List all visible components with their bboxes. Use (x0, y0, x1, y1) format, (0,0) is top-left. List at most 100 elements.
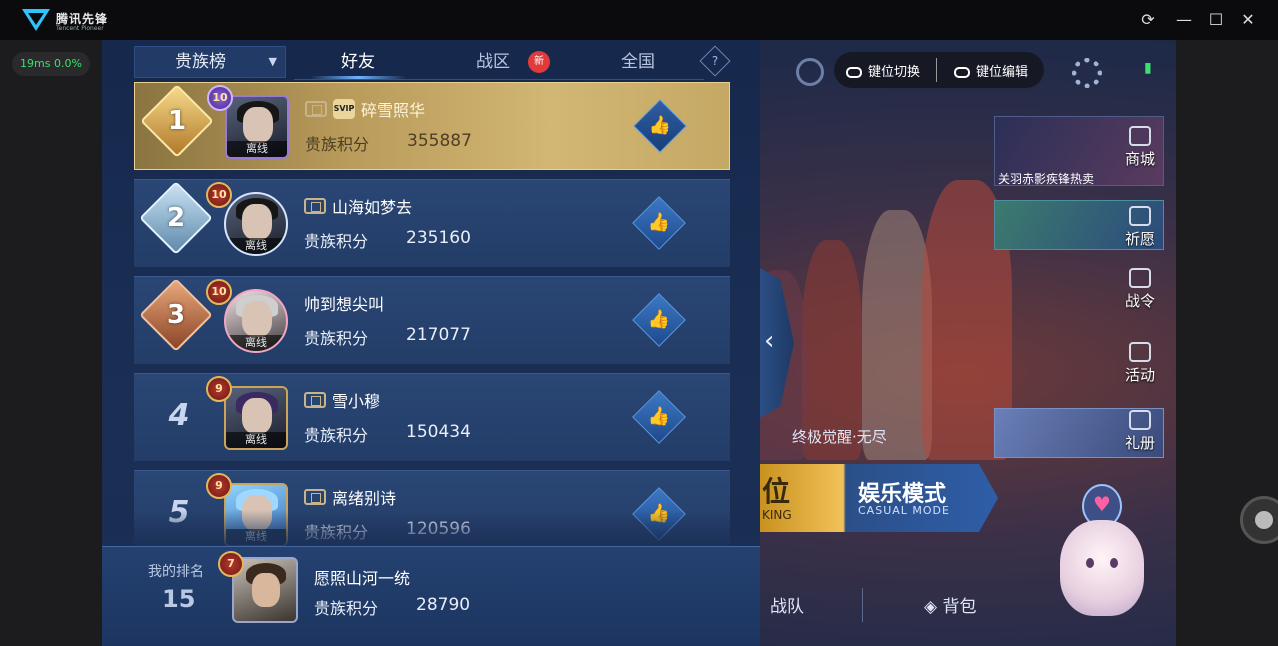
wifi-icon: ▮ (1144, 60, 1152, 76)
divider (936, 58, 937, 82)
shop-button[interactable]: 商城 (1118, 126, 1162, 169)
event-label: 活动 (1124, 366, 1155, 384)
rank-gold-badge-icon: 1 (140, 84, 214, 158)
title-bar: 腾讯先锋 Tencent Pioneer ⟳ — ☐ ✕ (0, 0, 1278, 40)
my-rank-label: 我的排名 (148, 564, 204, 580)
right-sidebar (1176, 40, 1278, 646)
pet-mascot[interactable] (1060, 520, 1144, 616)
offline-status: 离线 (226, 335, 286, 351)
minimize-icon[interactable]: — (1174, 10, 1194, 30)
noble-icon (304, 489, 326, 505)
board-type-label: 贵族榜 (175, 52, 226, 72)
score-value: 217077 (406, 325, 471, 345)
my-level-badge: 7 (218, 551, 244, 577)
event-icon (1129, 342, 1151, 362)
swirl-icon[interactable] (796, 58, 824, 86)
svip-icon: SVIP (333, 99, 355, 119)
casual-mode-sub: CASUAL MODE (858, 504, 950, 517)
key-edit-button[interactable]: 键位编辑 (954, 61, 1028, 80)
gamepad-icon (846, 67, 862, 78)
gift-icon (1129, 410, 1151, 430)
gear-icon[interactable] (1072, 58, 1102, 88)
avatar[interactable]: 离线 (224, 386, 288, 450)
tab-friends[interactable]: 好友 (310, 46, 406, 78)
leaderboard-row[interactable]: 2 离线 10 山海如梦去 贵族积分 235160 👍 (134, 179, 730, 267)
battlepass-button[interactable]: 战令 (1118, 268, 1162, 311)
divider (862, 588, 863, 622)
key-switch-label: 键位切换 (868, 65, 921, 80)
team-button[interactable]: 战队 (770, 592, 804, 617)
thumbs-up-icon: 👍 (648, 115, 672, 136)
event-button[interactable]: 活动 (1118, 342, 1162, 385)
leaderboard-row[interactable]: 4 离线 9 雪小穆 贵族积分 150434 👍 (134, 373, 730, 461)
my-rank-number: 15 (162, 585, 196, 613)
key-switch-button[interactable]: 键位切换 (846, 61, 920, 80)
player-name: 雪小穆 (332, 392, 381, 411)
like-button[interactable]: 👍 (632, 390, 686, 444)
shop-label: 商城 (1124, 150, 1155, 168)
thumbs-up-icon: 👍 (647, 406, 671, 427)
score-label: 贵族积分 (304, 232, 369, 251)
close-icon[interactable]: ✕ (1238, 10, 1258, 30)
leaderboard-tabs: 贵族榜 ▼ 好友 战区 新 全国 ? (134, 45, 731, 80)
player-name: 帅到想尖叫 (304, 295, 385, 314)
refresh-icon[interactable]: ⟳ (1138, 10, 1158, 30)
like-button[interactable]: 👍 (633, 99, 687, 153)
player-name: 山海如梦去 (332, 198, 413, 217)
ping-indicator: 19ms 0.0% (12, 52, 90, 76)
tab-national[interactable]: 全国 (590, 46, 686, 78)
wish-button[interactable]: 祈愿 (1118, 206, 1162, 249)
battlepass-label: 战令 (1124, 292, 1155, 310)
thumbs-up-icon: 👍 (647, 309, 671, 330)
key-mapping-bar: 键位切换 键位编辑 (834, 52, 1044, 88)
tab-region[interactable]: 战区 (448, 46, 538, 78)
rank-number: 4 (168, 398, 190, 433)
help-icon[interactable]: ? (699, 45, 731, 77)
avatar[interactable]: 离线 (224, 192, 288, 256)
my-rank-bar: 我的排名 15 7 愿照山河一统 贵族积分 28790 (102, 546, 760, 646)
maximize-icon[interactable]: ☐ (1206, 10, 1226, 30)
app-logo-icon (22, 9, 50, 31)
score-label: 贵族积分 (304, 426, 369, 445)
level-badge: 9 (206, 473, 232, 499)
noble-icon (304, 198, 326, 214)
leaderboard-row[interactable]: 3 离线 10 帅到想尖叫 贵族积分 217077 👍 (134, 276, 730, 364)
offline-status: 离线 (226, 432, 286, 448)
gamepad-icon (954, 67, 970, 78)
level-badge: 10 (206, 182, 232, 208)
wish-icon (1129, 206, 1151, 226)
score-label: 贵族积分 (304, 329, 369, 348)
list-fade (102, 510, 760, 550)
shop-icon (1129, 126, 1151, 146)
score-value: 355887 (407, 131, 472, 151)
rank-silver-badge-icon: 2 (139, 181, 213, 255)
offline-status: 离线 (227, 141, 287, 157)
thumbs-up-icon: 👍 (647, 212, 671, 233)
key-edit-label: 键位编辑 (976, 65, 1029, 80)
board-type-dropdown[interactable]: 贵族榜 ▼ (134, 46, 286, 78)
score-label: 贵族积分 (305, 135, 370, 154)
noble-icon (304, 392, 326, 408)
bag-button[interactable]: ◈ 背包 (924, 592, 976, 617)
like-button[interactable]: 👍 (632, 196, 686, 250)
level-badge: 10 (206, 279, 232, 305)
chevron-left-icon: ‹ (764, 326, 775, 356)
ultimate-text: 终极觉醒·无尽 (792, 428, 887, 446)
leaderboard-row[interactable]: 1 离线 10 SVIP 碎雪照华 贵族积分 355887 👍 (134, 82, 730, 170)
ranked-mode-label: 位 (762, 475, 791, 508)
my-player-name: 愿照山河一统 (314, 569, 411, 588)
app-subtitle: Tencent Pioneer (56, 25, 104, 32)
like-button[interactable]: 👍 (632, 293, 686, 347)
avatar[interactable]: 离线 (225, 95, 289, 159)
offline-status: 离线 (226, 238, 286, 254)
player-name: 离绪别诗 (332, 489, 397, 508)
score-value: 150434 (406, 422, 471, 442)
new-badge: 新 (528, 51, 550, 73)
ranked-mode-sub: KING (762, 508, 792, 522)
rank-bronze-badge-icon: 3 (139, 278, 213, 352)
gift-button[interactable]: 礼册 (1118, 410, 1162, 453)
battlepass-icon (1129, 268, 1151, 288)
avatar[interactable]: 离线 (224, 289, 288, 353)
level-badge: 10 (207, 85, 233, 111)
left-sidebar (0, 40, 102, 646)
